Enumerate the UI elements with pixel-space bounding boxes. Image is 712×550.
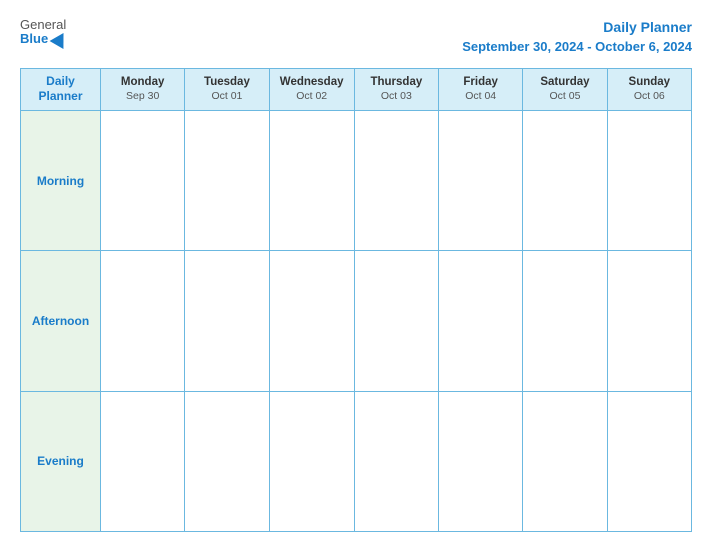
cell-morning-thursday[interactable] <box>354 110 438 250</box>
table-row-afternoon: Afternoon <box>21 251 692 391</box>
cell-morning-tuesday[interactable] <box>185 110 269 250</box>
planner-date-range: September 30, 2024 - October 6, 2024 <box>462 38 692 56</box>
col-header-sunday: Sunday Oct 06 <box>607 68 691 110</box>
col-date-oct05: Oct 05 <box>527 90 602 104</box>
col-day-monday: Monday <box>105 75 180 90</box>
cell-evening-sunday[interactable] <box>607 391 691 531</box>
col-day-wednesday: Wednesday <box>274 75 350 90</box>
col-date-sep30: Sep 30 <box>105 90 180 104</box>
table-row-morning: Morning <box>21 110 692 250</box>
col-header-friday: Friday Oct 04 <box>439 68 523 110</box>
col-date-oct06: Oct 06 <box>612 90 687 104</box>
col-date-oct04: Oct 04 <box>443 90 518 104</box>
cell-afternoon-wednesday[interactable] <box>269 251 354 391</box>
col-day-friday: Friday <box>443 75 518 90</box>
cell-afternoon-saturday[interactable] <box>523 251 607 391</box>
cell-evening-friday[interactable] <box>439 391 523 531</box>
cell-evening-saturday[interactable] <box>523 391 607 531</box>
col-header-monday: Monday Sep 30 <box>101 68 185 110</box>
col-day-tuesday: Tuesday <box>189 75 264 90</box>
cell-evening-thursday[interactable] <box>354 391 438 531</box>
cell-morning-saturday[interactable] <box>523 110 607 250</box>
cell-afternoon-sunday[interactable] <box>607 251 691 391</box>
col-date-oct01: Oct 01 <box>189 90 264 104</box>
row-label-morning: Morning <box>21 110 101 250</box>
table-header-row: Daily Planner Monday Sep 30 Tuesday Oct … <box>21 68 692 110</box>
planner-title: Daily Planner <box>462 18 692 38</box>
col-date-oct02: Oct 02 <box>274 90 350 104</box>
col-header-wednesday: Wednesday Oct 02 <box>269 68 354 110</box>
col-header-saturday: Saturday Oct 05 <box>523 68 607 110</box>
col-date-oct03: Oct 03 <box>359 90 434 104</box>
logo: General Blue <box>20 18 68 47</box>
header: General Blue Daily Planner September 30,… <box>20 18 692 56</box>
header-title: Daily Planner September 30, 2024 - Octob… <box>462 18 692 56</box>
cell-evening-monday[interactable] <box>101 391 185 531</box>
cell-afternoon-friday[interactable] <box>439 251 523 391</box>
row-label-evening: Evening <box>21 391 101 531</box>
col-header-tuesday: Tuesday Oct 01 <box>185 68 269 110</box>
cell-afternoon-thursday[interactable] <box>354 251 438 391</box>
col-header-daily-planner: Daily Planner <box>21 68 101 110</box>
row-label-afternoon: Afternoon <box>21 251 101 391</box>
col-header-line1: Daily <box>46 74 75 88</box>
cell-afternoon-monday[interactable] <box>101 251 185 391</box>
cell-morning-monday[interactable] <box>101 110 185 250</box>
col-day-sunday: Sunday <box>612 75 687 90</box>
col-header-line2: Planner <box>38 89 82 103</box>
planner-table: Daily Planner Monday Sep 30 Tuesday Oct … <box>20 68 692 532</box>
cell-evening-tuesday[interactable] <box>185 391 269 531</box>
logo-blue-text: Blue <box>20 32 68 46</box>
table-row-evening: Evening <box>21 391 692 531</box>
logo-triangle-icon <box>50 29 71 49</box>
cell-morning-sunday[interactable] <box>607 110 691 250</box>
cell-morning-wednesday[interactable] <box>269 110 354 250</box>
col-day-saturday: Saturday <box>527 75 602 90</box>
cell-afternoon-tuesday[interactable] <box>185 251 269 391</box>
col-header-thursday: Thursday Oct 03 <box>354 68 438 110</box>
col-day-thursday: Thursday <box>359 75 434 90</box>
cell-evening-wednesday[interactable] <box>269 391 354 531</box>
cell-morning-friday[interactable] <box>439 110 523 250</box>
